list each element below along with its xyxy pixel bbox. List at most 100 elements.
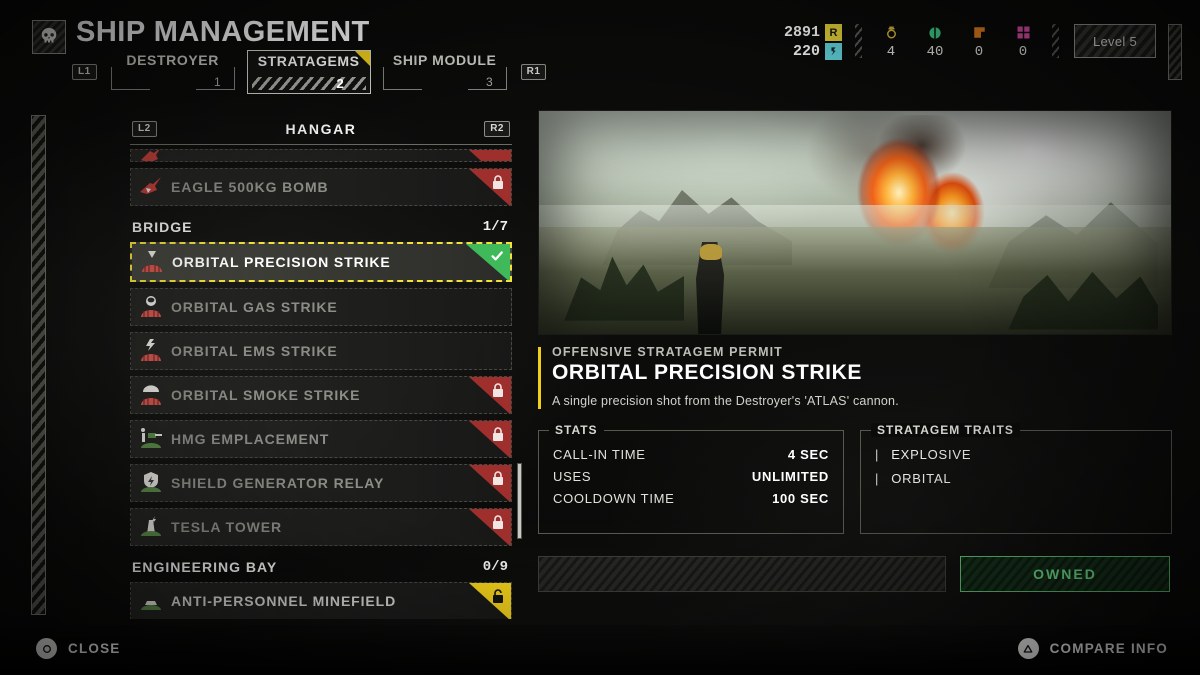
- medal-currency: 4: [869, 24, 913, 60]
- locked-corner-icon: [469, 421, 511, 457]
- super-sample-value: 0: [1018, 44, 1028, 60]
- edge-bracket-decoration: [1168, 24, 1182, 80]
- common-sample-icon: [927, 24, 943, 41]
- list-item[interactable]: ORBITAL SMOKE STRIKE: [130, 376, 512, 414]
- section-count: 1/7: [482, 219, 508, 235]
- list-item[interactable]: HMG EMPLACEMENT: [130, 420, 512, 458]
- r2-bumper-badge[interactable]: R2: [484, 121, 510, 137]
- tab-active-corner-icon: [354, 51, 370, 66]
- list-item-label: TESLA TOWER: [171, 519, 283, 535]
- list-item[interactable]: [130, 149, 512, 162]
- locked-corner-icon: [469, 509, 511, 545]
- list-item[interactable]: ORBITAL EMS STRIKE: [130, 332, 512, 370]
- stat-value: 4 SEC: [787, 447, 829, 462]
- detail-permit-label: OFFENSIVE STRATAGEM PERMIT: [552, 345, 783, 359]
- currency-pair: 2891 R 220: [784, 24, 842, 60]
- divider: [1052, 24, 1059, 58]
- rare-sample-currency: 0: [957, 24, 1001, 60]
- tab-label: DESTROYER: [126, 52, 219, 68]
- orbital-smoke-icon: [131, 377, 171, 413]
- requisition-icon: R: [825, 24, 842, 41]
- list-item[interactable]: EAGLE 500KG BOMB: [130, 168, 512, 206]
- price-bar: [538, 556, 946, 592]
- stat-label: USES: [553, 469, 592, 484]
- stat-row: CALL-IN TIME 4 SEC: [553, 447, 829, 462]
- section-name: BRIDGE: [132, 219, 193, 235]
- header: SHIP MANAGEMENT L1 DESTROYER 1 STRATAGEM…: [0, 0, 1200, 96]
- circle-button-icon: [36, 638, 57, 659]
- r1-bumper-badge: R1: [520, 64, 547, 80]
- trait-label: ORBITAL: [891, 471, 952, 486]
- list-item-label: ORBITAL EMS STRIKE: [171, 343, 338, 359]
- locked-corner-icon: [469, 465, 511, 501]
- tab-label: STRATAGEMS: [257, 53, 360, 69]
- l1-bumper-badge: L1: [72, 64, 97, 80]
- list-category-title: HANGAR: [285, 121, 357, 137]
- list-item-label: ANTI-PERSONNEL MINEFIELD: [171, 593, 397, 609]
- trait-label: EXPLOSIVE: [891, 447, 972, 462]
- compare-info-button[interactable]: COMPARE INFO: [1017, 638, 1168, 659]
- stat-label: COOLDOWN TIME: [553, 491, 675, 506]
- detail-description: A single precision shot from the Destroy…: [552, 394, 899, 408]
- list-item-label: ORBITAL SMOKE STRIKE: [171, 387, 361, 403]
- medals-icon: [825, 43, 842, 60]
- stat-value: 100 SEC: [772, 491, 829, 506]
- common-sample-currency: 40: [913, 24, 957, 60]
- page-title: SHIP MANAGEMENT: [76, 16, 370, 48]
- triangle-button-icon: [1017, 638, 1039, 659]
- preview-vignette: [539, 111, 1171, 334]
- divider: [855, 24, 862, 58]
- list-item-label: ORBITAL GAS STRIKE: [171, 299, 338, 315]
- list-item-label: SHIELD GENERATOR RELAY: [171, 475, 385, 491]
- trait-row: | ORBITAL: [875, 471, 1157, 486]
- stratagem-preview-image: [538, 110, 1172, 335]
- list-item[interactable]: ORBITAL GAS STRIKE: [130, 288, 512, 326]
- stats-box: STATS CALL-IN TIME 4 SEC USES UNLIMITED …: [538, 423, 844, 534]
- detail-panel: OFFENSIVE STRATAGEM PERMIT ORBITAL PRECI…: [538, 110, 1172, 592]
- list-item[interactable]: SHIELD GENERATOR RELAY: [130, 464, 512, 502]
- tab-ship-module[interactable]: SHIP MODULE 3: [382, 50, 507, 90]
- list-scroll-area[interactable]: EAGLE 500KG BOMB BRIDGE 1/7 ORBITAL PREC…: [130, 149, 512, 619]
- close-button[interactable]: CLOSE: [36, 638, 121, 659]
- trait-row: | EXPLOSIVE: [875, 447, 1157, 462]
- owned-button[interactable]: OWNED: [960, 556, 1170, 592]
- list-item-orbital-precision-strike[interactable]: ORBITAL PRECISION STRIKE: [130, 242, 512, 282]
- orbital-ems-icon: [131, 333, 171, 369]
- hmg-emplacement-icon: [131, 421, 171, 457]
- accent-bar: [538, 347, 541, 409]
- detail-name: ORBITAL PRECISION STRIKE: [552, 361, 862, 384]
- requisition-value: 2891: [783, 24, 820, 41]
- affordable-corner-icon: [469, 583, 511, 619]
- close-label: CLOSE: [68, 641, 121, 656]
- list-item[interactable]: TESLA TOWER: [130, 508, 512, 546]
- eagle-icon: [131, 150, 171, 161]
- detail-boxes: STATS CALL-IN TIME 4 SEC USES UNLIMITED …: [538, 423, 1172, 534]
- stratagem-list-panel: L2 HANGAR R2 EAGLE 500KG BOMB BRIDGE 1/7…: [130, 118, 522, 619]
- section-count: 0/9: [482, 559, 508, 575]
- owned-check-corner-icon: [466, 244, 510, 280]
- traits-legend: STRATAGEM TRAITS: [871, 423, 1020, 437]
- list-item[interactable]: ANTI-PERSONNEL MINEFIELD: [130, 582, 512, 619]
- common-sample-value: 40: [926, 44, 944, 60]
- action-row: OWNED: [538, 556, 1172, 592]
- list-scrollbar-thumb[interactable]: [517, 463, 522, 539]
- rare-sample-icon: [972, 24, 987, 41]
- left-hatched-decoration: [31, 115, 46, 615]
- skull-icon: [32, 20, 66, 54]
- tesla-tower-icon: [131, 509, 171, 545]
- list-header: L2 HANGAR R2: [130, 118, 512, 145]
- requisition-row: 2891 R: [784, 24, 842, 41]
- compare-info-label: COMPARE INFO: [1049, 641, 1168, 656]
- footer-bar: CLOSE COMPARE INFO: [0, 625, 1200, 675]
- stat-row: USES UNLIMITED: [553, 469, 829, 484]
- level-badge: Level 5: [1074, 24, 1156, 58]
- super-sample-icon: [1016, 24, 1031, 41]
- shield-relay-icon: [131, 465, 171, 501]
- tab-destroyer[interactable]: DESTROYER 1: [110, 50, 235, 90]
- medals-row: 220: [793, 43, 842, 60]
- tab-stratagems[interactable]: STRATAGEMS 2: [246, 50, 371, 94]
- medals-value: 220: [792, 43, 820, 60]
- list-scrollbar-track[interactable]: [517, 148, 522, 614]
- tab-label: SHIP MODULE: [392, 52, 497, 68]
- stat-label: CALL-IN TIME: [553, 447, 646, 462]
